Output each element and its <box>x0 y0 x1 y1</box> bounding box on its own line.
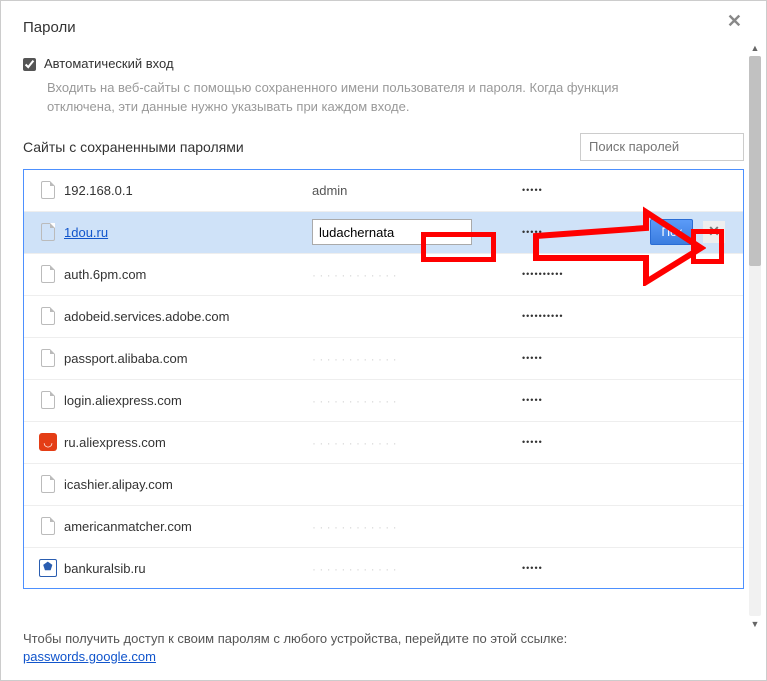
username-cell: · · · · · · · · · · · · <box>312 393 522 408</box>
auto-login-description: Входить на веб-сайты с помощью сохраненн… <box>47 79 687 117</box>
obscured-username: · · · · · · · · · · · · <box>312 268 397 282</box>
search-input[interactable] <box>580 133 744 161</box>
document-icon <box>41 265 55 283</box>
password-cell: ••••• <box>522 353 642 363</box>
obscured-username: · · · · · · · · · · · · <box>312 352 397 366</box>
site-cell: passport.alibaba.com <box>62 351 312 366</box>
password-cell: •••••••••• <box>522 269 642 279</box>
site-cell: login.aliexpress.com <box>62 393 312 408</box>
password-cell: •••••••••• <box>522 311 642 321</box>
table-row[interactable]: auth.6pm.com· · · · · · · · · · · · •••••… <box>24 254 743 296</box>
table-row[interactable]: passport.alibaba.com· · · · · · · · · · … <box>24 338 743 380</box>
passwords-table: 192.168.0.1admin•••••1dou.ru•••••Пок✕aut… <box>23 169 744 589</box>
document-icon <box>41 475 55 493</box>
site-cell: 192.168.0.1 <box>62 183 312 198</box>
site-cell: bankuralsib.ru <box>62 561 312 576</box>
document-icon <box>41 181 55 199</box>
table-row[interactable]: bankuralsib.ru· · · · · · · · · · · · •••… <box>24 548 743 589</box>
site-cell: adobeid.services.adobe.com <box>62 309 312 324</box>
scrollbar-thumb[interactable] <box>749 56 761 266</box>
aliexpress-icon: ◡ <box>39 433 57 451</box>
scroll-up-icon[interactable]: ▲ <box>749 42 761 54</box>
bank-icon <box>39 559 57 577</box>
password-cell: ••••• <box>522 437 642 447</box>
auto-login-row: Автоматический вход <box>23 56 744 71</box>
obscured-username: · · · · · · · · · · · · <box>312 436 397 450</box>
table-row[interactable]: ◡ ru.aliexpress.com· · · · · · · · · · · … <box>24 422 743 464</box>
row-actions <box>642 380 733 421</box>
table-row[interactable]: adobeid.services.adobe.com •••••••••• <box>24 296 743 338</box>
scroll-down-icon[interactable]: ▼ <box>749 618 761 630</box>
site-cell: icashier.alipay.com <box>62 477 312 492</box>
username-cell: · · · · · · · · · · · · <box>312 519 522 534</box>
row-actions <box>642 296 733 337</box>
row-actions <box>642 254 733 295</box>
row-actions <box>642 338 733 379</box>
username-cell <box>312 219 522 245</box>
footer-link[interactable]: passwords.google.com <box>23 649 156 664</box>
username-cell: admin <box>312 183 522 198</box>
auto-login-label: Автоматический вход <box>44 56 174 71</box>
username-cell: · · · · · · · · · · · · <box>312 351 522 366</box>
row-actions <box>642 170 733 211</box>
password-cell: ••••• <box>522 227 642 237</box>
site-cell: ru.aliexpress.com <box>62 435 312 450</box>
document-icon <box>41 307 55 325</box>
table-row[interactable]: icashier.alipay.com <box>24 464 743 506</box>
section-title: Сайты с сохраненными паролями <box>23 139 244 155</box>
row-actions <box>642 422 733 463</box>
auto-login-checkbox[interactable] <box>23 58 36 71</box>
delete-row-button[interactable]: ✕ <box>703 221 725 243</box>
password-cell: ••••• <box>522 563 642 573</box>
row-actions <box>642 506 733 547</box>
password-cell: ••••• <box>522 185 642 195</box>
row-actions <box>642 548 733 589</box>
obscured-username: · · · · · · · · · · · · <box>312 562 397 576</box>
row-actions: Пок ✕ <box>642 212 733 253</box>
table-row[interactable]: login.aliexpress.com· · · · · · · · · · … <box>24 380 743 422</box>
dialog-scrollbar[interactable]: ▲ ▼ <box>749 56 761 616</box>
obscured-username: · · · · · · · · · · · · <box>312 520 397 534</box>
username-cell: · · · · · · · · · · · · <box>312 435 522 450</box>
password-cell: ••••• <box>522 395 642 405</box>
site-cell: americanmatcher.com <box>62 519 312 534</box>
username-cell: · · · · · · · · · · · · <box>312 267 522 282</box>
document-icon <box>41 391 55 409</box>
obscured-username: · · · · · · · · · · · · <box>312 394 397 408</box>
site-cell: auth.6pm.com <box>62 267 312 282</box>
dialog-title: Пароли <box>23 19 744 36</box>
site-cell[interactable]: 1dou.ru <box>62 225 312 240</box>
table-row[interactable]: 192.168.0.1admin••••• <box>24 170 743 212</box>
username-cell: · · · · · · · · · · · · <box>312 561 522 576</box>
document-icon <box>41 223 55 241</box>
close-icon[interactable]: ✕ <box>727 11 742 32</box>
document-icon <box>41 349 55 367</box>
section-header-row: Сайты с сохраненными паролями <box>23 133 744 161</box>
footer-text: Чтобы получить доступ к своим паролям с … <box>23 630 744 666</box>
document-icon <box>41 517 55 535</box>
footer-text-label: Чтобы получить доступ к своим паролям с … <box>23 631 567 646</box>
table-row[interactable]: 1dou.ru ••••• Пок ✕ <box>24 212 743 254</box>
username-input[interactable] <box>312 219 472 245</box>
table-row[interactable]: americanmatcher.com· · · · · · · · · · ·… <box>24 506 743 548</box>
show-password-button[interactable]: Пок <box>650 219 693 245</box>
passwords-dialog: ✕ Пароли Автоматический вход Входить на … <box>0 0 767 681</box>
row-actions <box>642 464 733 505</box>
